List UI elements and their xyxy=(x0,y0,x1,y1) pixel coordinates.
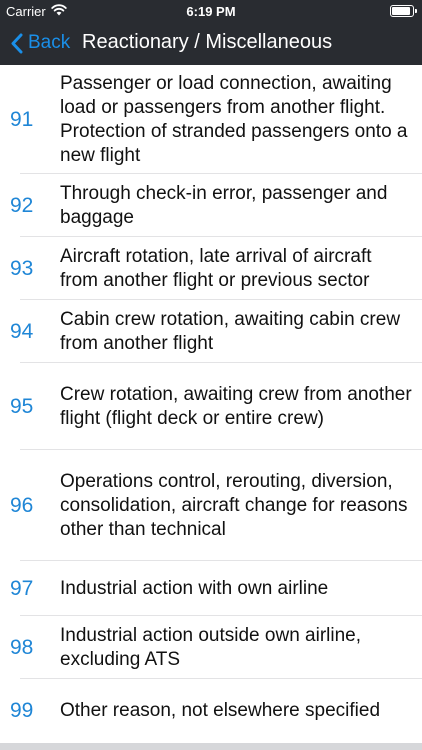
delay-code-list: 91 Passenger or load connection, awaiting… xyxy=(0,65,422,742)
list-item[interactable]: 93 Aircraft rotation, late arrival of air… xyxy=(0,237,422,300)
delay-code: 91 xyxy=(10,107,34,131)
list-item[interactable]: 96 Operations control, rerouting, diversi… xyxy=(0,450,422,561)
delay-description: Aircraft rotation, late arrival of aircr… xyxy=(60,245,372,291)
delay-description: Crew rotation, awaiting crew from anothe… xyxy=(60,383,412,429)
status-bar: Carrier 6:19 PM xyxy=(0,0,422,22)
delay-description: Cabin crew rotation, awaiting cabin crew… xyxy=(60,308,401,354)
list-item[interactable]: 91 Passenger or load connection, awaiting… xyxy=(0,65,422,174)
list-item[interactable]: 97 Industrial action with own airline xyxy=(0,561,422,616)
delay-description: Operations control, rerouting, diversion… xyxy=(60,470,408,540)
navigation-bar: Back Reactionary / Miscellaneous xyxy=(0,22,422,65)
delay-description: Passenger or load connection, awaiting l… xyxy=(60,72,408,166)
battery-icon xyxy=(390,5,417,17)
battery-fill xyxy=(392,7,410,15)
delay-description: Through check-in error, passenger and ba… xyxy=(60,182,388,228)
delay-code: 94 xyxy=(10,319,34,343)
delay-code: 92 xyxy=(10,193,34,217)
delay-description: Other reason, not elsewhere specified xyxy=(60,699,381,721)
bottom-toolbar xyxy=(0,743,422,750)
back-button[interactable]: Back xyxy=(10,32,70,54)
status-time: 6:19 PM xyxy=(186,4,236,19)
list-item[interactable]: 95 Crew rotation, awaiting crew from anot… xyxy=(0,363,422,450)
back-label: Back xyxy=(28,32,71,53)
list-item[interactable]: 98 Industrial action outside own airline,… xyxy=(0,616,422,679)
delay-code: 93 xyxy=(10,256,34,280)
delay-code: 98 xyxy=(10,635,34,659)
top-bar: Carrier 6:19 PM Back Reactionary / Misce… xyxy=(0,0,422,65)
chevron-left-icon xyxy=(10,33,28,54)
page-title: Reactionary / Miscellaneous xyxy=(82,31,333,53)
delay-description: Industrial action with own airline xyxy=(60,577,329,599)
battery-tip xyxy=(415,9,417,13)
list-item[interactable]: 99 Other reason, not elsewhere specified xyxy=(0,679,422,742)
delay-code: 95 xyxy=(10,394,34,418)
delay-code: 99 xyxy=(10,698,34,722)
list-item[interactable]: 94 Cabin crew rotation, awaiting cabin cr… xyxy=(0,300,422,363)
delay-code: 97 xyxy=(10,576,34,600)
delay-description: Industrial action outside own airline, e… xyxy=(60,624,362,670)
delay-code: 96 xyxy=(10,493,34,517)
list-item[interactable]: 92 Through check-in error, passenger and … xyxy=(0,174,422,237)
